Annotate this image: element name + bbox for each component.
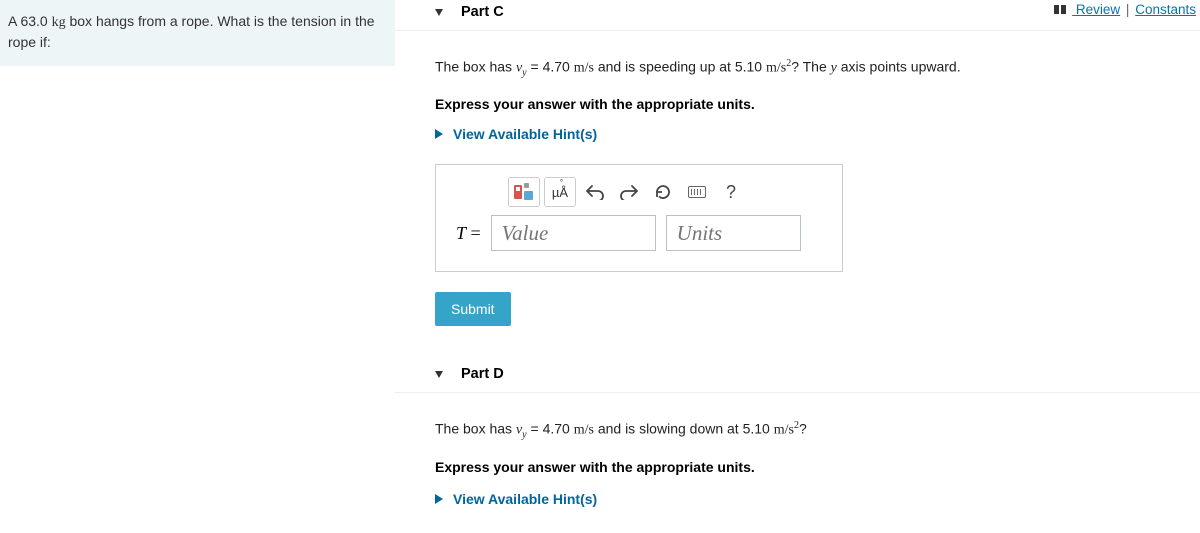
submit-button[interactable]: Submit — [435, 292, 511, 326]
constants-link[interactable]: Constants — [1135, 2, 1196, 17]
part-d: Part D The box has vy = 4.70 m/s and is … — [395, 362, 1200, 508]
part-c-title: Part C — [461, 4, 504, 20]
problem-statement: A 63.0 kg box hangs from a rope. What is… — [0, 0, 395, 66]
undo-button[interactable] — [580, 177, 610, 207]
top-links: Review | Constants — [1054, 2, 1196, 17]
view-hints-button[interactable]: View Available Hint(s) — [435, 126, 1180, 142]
part-d-title: Part D — [461, 366, 504, 382]
hint-label: View Available Hint(s) — [453, 126, 597, 142]
answer-box: µ°Å ? T = — [435, 164, 843, 272]
value-input[interactable] — [491, 215, 656, 251]
answer-toolbar: µ°Å ? — [436, 165, 842, 215]
part-c: Part C The box has vy = 4.70 m/s and is … — [395, 0, 1200, 326]
units-input[interactable] — [666, 215, 801, 251]
part-c-instruction: Express your answer with the appropriate… — [435, 96, 1180, 112]
review-link[interactable]: Review — [1072, 2, 1120, 17]
expand-icon — [435, 494, 443, 504]
part-d-prompt: The box has vy = 4.70 m/s and is slowing… — [435, 419, 1180, 442]
reset-button[interactable] — [648, 177, 678, 207]
part-d-instruction: Express your answer with the appropriate… — [435, 459, 1180, 475]
main-area: Review | Constants Part C The box has vy… — [395, 0, 1200, 533]
tension-label: T = — [456, 223, 481, 244]
keyboard-button[interactable] — [682, 177, 712, 207]
view-hints-button[interactable]: View Available Hint(s) — [435, 489, 1180, 509]
expand-icon — [435, 129, 443, 139]
units-button[interactable]: µ°Å — [544, 177, 576, 207]
link-separator: | — [1124, 2, 1132, 17]
template-picker-button[interactable] — [508, 177, 540, 207]
help-button[interactable]: ? — [716, 177, 746, 207]
collapse-icon[interactable] — [435, 9, 443, 16]
redo-button[interactable] — [614, 177, 644, 207]
hint-label: View Available Hint(s) — [453, 491, 597, 507]
problem-text-pre: A 63.0 — [8, 13, 52, 29]
collapse-icon[interactable] — [435, 371, 443, 378]
part-c-prompt: The box has vy = 4.70 m/s and is speedin… — [435, 57, 1180, 80]
part-d-header[interactable]: Part D — [395, 362, 1200, 393]
problem-unit: kg — [52, 15, 66, 30]
flag-icon[interactable] — [1054, 2, 1068, 12]
